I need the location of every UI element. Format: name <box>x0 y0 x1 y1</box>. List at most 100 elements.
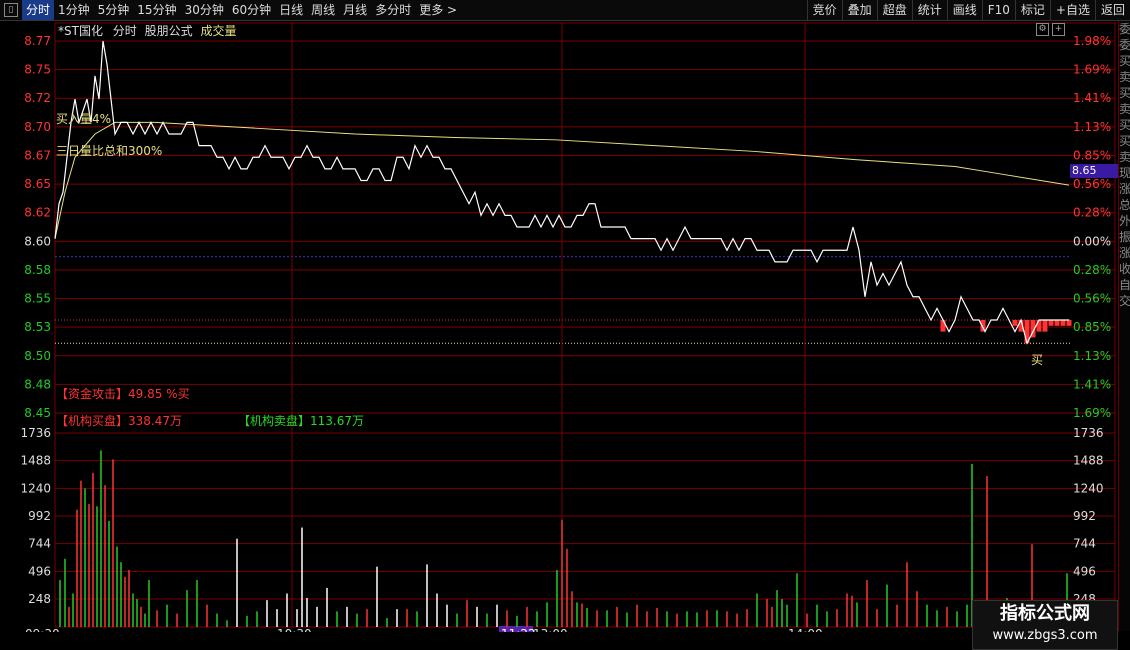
quote-glyph: 振 <box>1119 230 1130 244</box>
settings-icon[interactable]: ⚙ <box>1036 23 1049 36</box>
quote-glyph: 收 <box>1119 262 1130 276</box>
volume-tick-label-right: 1488 <box>1073 454 1104 468</box>
time-tick-label: 13:00 <box>533 627 568 632</box>
price-tick-label: 8.50 <box>24 349 51 363</box>
tab-daily[interactable]: 日线 <box>275 0 307 20</box>
pct-tick-label: 0.28% <box>1073 263 1111 277</box>
pct-tick-label: 1.13% <box>1073 120 1111 134</box>
tab-60min[interactable]: 60分钟 <box>228 0 275 20</box>
f10-button[interactable]: F10 <box>981 0 1015 20</box>
quote-glyph: 总 <box>1119 198 1130 212</box>
quote-glyph: 委 <box>1119 38 1130 52</box>
bid-button[interactable]: 竞价 <box>806 0 842 20</box>
pct-tick-label: 0.00% <box>1073 234 1111 248</box>
tab-1min[interactable]: 1分钟 <box>54 0 94 20</box>
mark-button[interactable]: 标记 <box>1014 0 1050 20</box>
stats-button[interactable]: 统计 <box>911 0 947 20</box>
pct-tick-label: 1.41% <box>1073 91 1111 105</box>
panel-icon[interactable]: ▯ <box>4 3 18 17</box>
quote-glyph: 涨 <box>1119 246 1130 260</box>
time-tick-label: 14:00 <box>788 627 823 632</box>
chart-frame <box>54 22 1116 628</box>
quote-glyph: 外 <box>1119 214 1130 228</box>
volume-tick-label: 1736 <box>20 426 51 440</box>
quote-glyph: 买 <box>1119 86 1130 100</box>
volume-tick-label-right: 992 <box>1073 509 1096 523</box>
inst-buy-label: 【机构买盘】338.47万 <box>56 414 182 428</box>
current-price-tag: 8.65 <box>1070 164 1118 178</box>
chart-mode: 分时 <box>112 24 137 38</box>
add-watchlist-button[interactable]: +自选 <box>1049 0 1095 20</box>
volume-tick-label: 1488 <box>20 454 51 468</box>
quote-panel-edge: 委委买卖买卖买买卖现涨总外振涨收自交 <box>1118 21 1130 631</box>
tab-weekly[interactable]: 周线 <box>307 0 339 20</box>
watermark-url: www.zbgs3.com <box>992 628 1098 643</box>
quote-glyph: 自 <box>1119 278 1130 292</box>
price-tick-label: 8.72 <box>24 91 51 105</box>
buy-signal-marker: 买 <box>1031 353 1044 367</box>
pct-tick-label: 0.28% <box>1073 206 1111 220</box>
fund-attack-label: 【资金攻击】49.85 %买 <box>56 387 190 401</box>
price-tick-label: 8.62 <box>24 206 51 220</box>
buy-volume-label: 买入量4% <box>56 112 112 126</box>
watermark: 指标公式网 www.zbgs3.com <box>972 600 1118 650</box>
quote-glyph: 交 <box>1119 294 1130 308</box>
volume-bars <box>59 450 1068 627</box>
time-tick-label: 09:30 <box>25 627 60 632</box>
pct-tick-label: 1.41% <box>1073 377 1111 391</box>
inst-sell-label: 【机构卖盘】113.67万 <box>238 414 364 428</box>
pct-tick-label: 0.85% <box>1073 320 1111 334</box>
expand-icon[interactable]: + <box>1052 23 1065 36</box>
volume-tick-label: 992 <box>28 509 51 523</box>
back-button[interactable]: 返回 <box>1094 0 1130 20</box>
chart-grid <box>54 22 1116 628</box>
volume-tick-label: 744 <box>28 537 51 551</box>
tab-15min[interactable]: 15分钟 <box>133 0 180 20</box>
super-button[interactable]: 超盘 <box>876 0 912 20</box>
price-tick-label: 8.60 <box>24 234 51 248</box>
price-tick-label: 8.55 <box>24 292 51 306</box>
pct-tick-label: 0.56% <box>1073 292 1111 306</box>
volume-tick-label: 1240 <box>20 481 51 495</box>
price-tick-label: 8.45 <box>24 406 51 420</box>
tab-monthly[interactable]: 月线 <box>339 0 371 20</box>
overlay-button[interactable]: 叠加 <box>841 0 877 20</box>
tab-more[interactable]: 更多 > <box>415 0 461 20</box>
time-tick-label: 10:30 <box>277 627 312 632</box>
price-tick-label: 8.77 <box>24 34 51 48</box>
intraday-chart[interactable]: 8.77 1.98% 8.75 1.69% 8.72 1.41% 8.70 1.13% 8.67… <box>0 21 1118 632</box>
draw-line-button[interactable]: 画线 <box>946 0 982 20</box>
time-tick-label: 11:22 <box>501 627 536 632</box>
three-day-ratio-label: 三日量比总和300% <box>56 144 163 158</box>
quote-glyph: 涨 <box>1119 182 1130 196</box>
volume-tick-label-right: 496 <box>1073 564 1096 578</box>
quote-glyph: 现 <box>1119 166 1130 180</box>
price-tick-label: 8.67 <box>24 148 51 162</box>
quote-glyph: 卖 <box>1119 70 1130 84</box>
price-tick-label: 8.48 <box>24 377 51 391</box>
indicator-name: 成交量 <box>200 24 237 38</box>
pct-tick-label: 0.85% <box>1073 148 1111 162</box>
volume-tick-label: 248 <box>28 592 51 606</box>
price-tick-label: 8.65 <box>24 177 51 191</box>
quote-glyph: 卖 <box>1119 102 1130 116</box>
watermark-title: 指标公式网 <box>1000 603 1090 624</box>
price-tick-label: 8.53 <box>24 320 51 334</box>
quote-glyph: 买 <box>1119 118 1130 132</box>
quote-glyph: 卖 <box>1119 150 1130 164</box>
tab-5min[interactable]: 5分钟 <box>94 0 134 20</box>
pct-tick-label: 1.69% <box>1073 406 1111 420</box>
price-tick-label: 8.70 <box>24 120 51 134</box>
pct-tick-label: 0.56% <box>1073 177 1111 191</box>
volume-tick-label-right: 744 <box>1073 537 1096 551</box>
formula-name: 股朋公式 <box>144 24 193 38</box>
price-tick-label: 8.75 <box>24 63 51 77</box>
stock-name: *ST国化 <box>58 24 103 38</box>
quote-glyph: 委 <box>1119 22 1130 36</box>
tab-30min[interactable]: 30分钟 <box>181 0 228 20</box>
volume-tick-label: 496 <box>28 564 51 578</box>
period-toolbar: ▯ 分时 1分钟 5分钟 15分钟 30分钟 60分钟 日线 周线 月线 多分时… <box>0 0 1130 21</box>
tab-multi-fenshi[interactable]: 多分时 <box>371 0 415 20</box>
price-tick-label: 8.58 <box>24 263 51 277</box>
tab-fenshi[interactable]: 分时 <box>22 0 55 20</box>
